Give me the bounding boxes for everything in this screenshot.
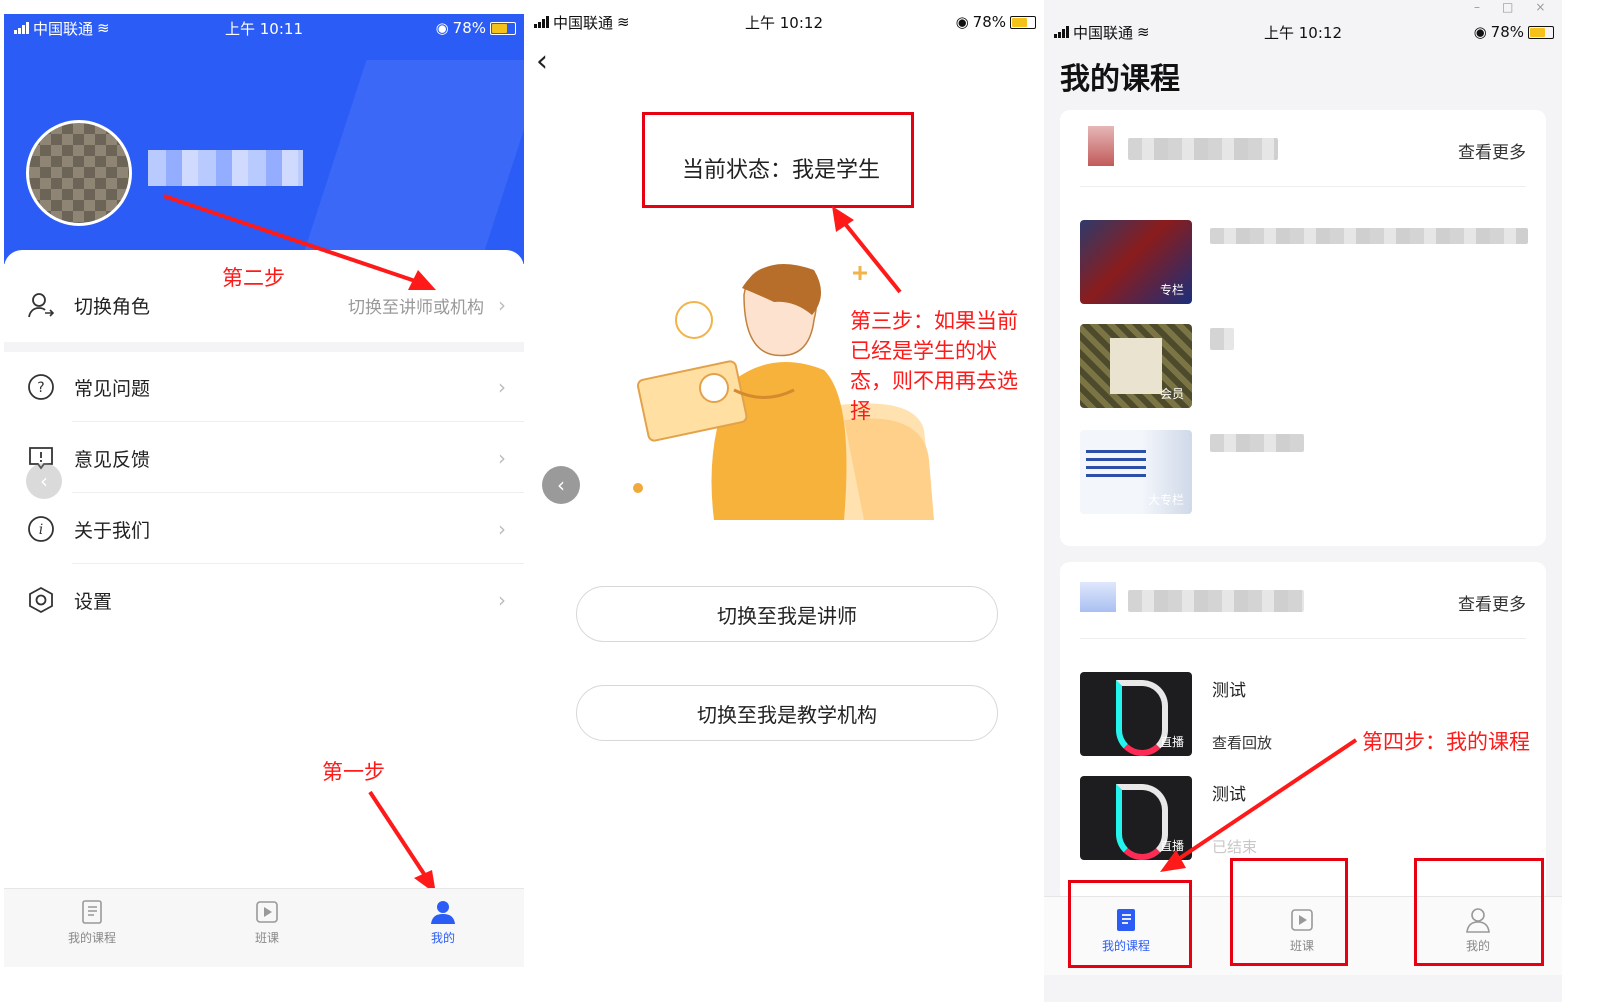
minimize-icon[interactable]: – (1474, 0, 1502, 14)
tab-class[interactable]: 班课 (207, 889, 327, 967)
annotation-arrow-step4 (1160, 738, 1358, 872)
tab-bar: 我的课程 班课 我的 (4, 888, 524, 967)
user-icon (430, 899, 456, 925)
close-icon[interactable]: × (1535, 0, 1567, 14)
tab-highlight-box (1230, 858, 1348, 966)
annotation-step3: 第三步：如果当前已经是学生的状态，则不用再去选择 (850, 309, 1018, 423)
tab-highlight-box (1068, 880, 1192, 968)
switch-to-institution-button[interactable]: 切换至我是教学机构 (576, 685, 998, 741)
panel-profile: 中国联通 ≋ 上午 10:11 ◉ 78% 切换角色 切换至讲师或机构 › ? … (4, 0, 524, 1002)
annotation-arrow-step3 (832, 206, 902, 294)
play-icon (254, 899, 280, 925)
tab-highlight-box (1414, 858, 1544, 966)
book-icon (79, 899, 105, 925)
switch-to-teacher-button[interactable]: 切换至我是讲师 (576, 586, 998, 642)
tab-mine[interactable]: 我的 (383, 889, 503, 967)
tab-my-courses[interactable]: 我的课程 (32, 889, 152, 967)
window-controls: –□× (1474, 0, 1567, 14)
annotation-arrow-step2 (163, 194, 436, 894)
carousel-prev-button[interactable]: ‹ (542, 466, 580, 504)
tab-label: 我的 (430, 931, 455, 945)
tab-label: 我的课程 (67, 931, 116, 945)
panel-switch-role: 中国联通 ≋ 上午 10:12 ◉ 78% ‹ 当前状态：我是学生 第三步：如果… (524, 0, 1044, 1002)
panel-my-courses: 中国联通 ≋ 上午 10:12 ◉ 78% 我的课程 查看更多 专栏 会员 大专… (1044, 0, 1562, 1002)
tab-label: 班课 (254, 931, 279, 945)
maximize-icon[interactable]: □ (1502, 0, 1535, 14)
